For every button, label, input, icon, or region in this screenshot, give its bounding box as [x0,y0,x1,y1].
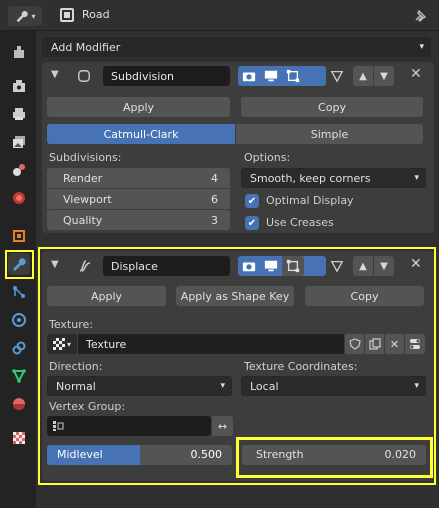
scene-icon [13,164,25,176]
printer-icon [13,108,25,120]
sidebar-item-world[interactable] [8,187,30,209]
subdivision-display-toggles [238,66,326,86]
sidebar-item-tool[interactable] [8,41,30,63]
camera-back-icon [13,80,25,92]
use-creases-checkbox[interactable]: ✔ [245,216,259,230]
optimal-display-checkbox[interactable]: ✔ [245,194,259,208]
add-modifier-label: Add Modifier [51,40,121,54]
quality-levels-field[interactable]: Quality 3 [47,210,230,230]
subdivision-modifier-panel: ▼ Subdivision ▲ ▼ ✕ Apply Copy Catmull-C… [42,62,434,233]
wrench-editor-icon [17,10,29,23]
options-dropdown[interactable]: Smooth, keep corners ▾ [241,168,426,188]
object-name: Road [82,8,110,21]
particles-icon [13,286,25,298]
constraints-icon [12,341,26,355]
tool-icon [14,46,24,58]
monitor-icon [264,70,278,82]
optimal-display-label: Optimal Display [266,194,354,207]
images-icon [13,136,25,148]
apply-label: Apply [122,100,155,114]
collapse-arrow-icon[interactable]: ▼ [51,69,59,80]
close-icon[interactable]: ✕ [410,66,422,82]
camera-icon [242,72,256,82]
on-cage-triangle-icon[interactable] [330,69,344,83]
checker-icon [13,432,25,444]
tab-catmull-clark[interactable]: Catmull-Clark [47,124,235,144]
subdivision-name-field[interactable]: Subdivision [103,66,230,86]
cage-vertices-icon [286,69,300,83]
sidebar-item-material[interactable] [8,393,30,415]
sidebar-item-constraints[interactable] [8,337,30,359]
sidebar-item-data[interactable] [8,365,30,387]
object-square-icon [13,230,25,242]
subdivision-name-text: Subdivision [111,69,175,83]
sidebar-item-physics[interactable] [8,309,30,331]
render-label: Render [63,171,103,185]
checkmark-icon: ✔ [247,195,257,207]
sidebar-item-view-layer[interactable] [8,131,30,153]
tab-simple[interactable]: Simple [236,124,423,144]
world-icon [13,192,25,204]
physics-icon [12,313,26,327]
move-down-button[interactable]: ▼ [374,66,394,86]
checkmark-icon: ✔ [247,217,257,229]
simple-label: Simple [310,127,349,141]
options-value: Smooth, keep corners [250,171,371,185]
viewport-toggle[interactable] [260,66,282,86]
subdivision-apply-button[interactable]: Apply [47,97,230,117]
catmull-label: Catmull-Clark [103,127,179,141]
vertex-data-icon [12,369,26,384]
quality-label: Quality [63,213,103,227]
sidebar-item-particles[interactable] [8,281,30,303]
sidebar-item-scene[interactable] [8,159,30,181]
subdivision-modifier-icon [78,70,90,82]
quality-value: 3 [211,213,218,227]
sidebar-item-texture[interactable] [8,427,30,449]
pin-icon[interactable] [412,8,428,24]
material-sphere-icon [13,398,25,410]
viewport-levels-field[interactable]: Viewport 6 [47,189,230,209]
chevron-down-icon: ▾ [419,42,424,52]
render-levels-field[interactable]: Render 4 [47,168,230,188]
chevron-down-icon: ▾ [31,11,36,21]
copy-label: Copy [318,100,346,114]
modifier-tab-highlight [5,250,34,279]
add-modifier-dropdown[interactable]: Add Modifier ▾ [42,37,431,57]
sidebar-item-render[interactable] [8,75,30,97]
sidebar-item-output[interactable] [8,103,30,125]
use-creases-label: Use Creases [266,216,334,229]
viewport-label: Viewport [63,192,112,206]
object-type-icon [60,8,74,22]
chevron-down-icon: ▾ [414,173,419,183]
sidebar-item-object[interactable] [8,225,30,247]
viewport-value: 6 [211,192,218,206]
strength-field-highlight [236,437,433,478]
subdivisions-label: Subdivisions: [49,151,122,164]
edit-mode-toggle[interactable] [238,66,260,86]
editor-type-dropdown[interactable]: ▾ [8,6,42,26]
cage-toggle[interactable] [282,66,304,86]
properties-header: ▾ Road [0,0,439,31]
subdivision-copy-button[interactable]: Copy [241,97,423,117]
options-label: Options: [244,151,291,164]
move-up-button[interactable]: ▲ [353,66,373,86]
render-value: 4 [211,171,218,185]
